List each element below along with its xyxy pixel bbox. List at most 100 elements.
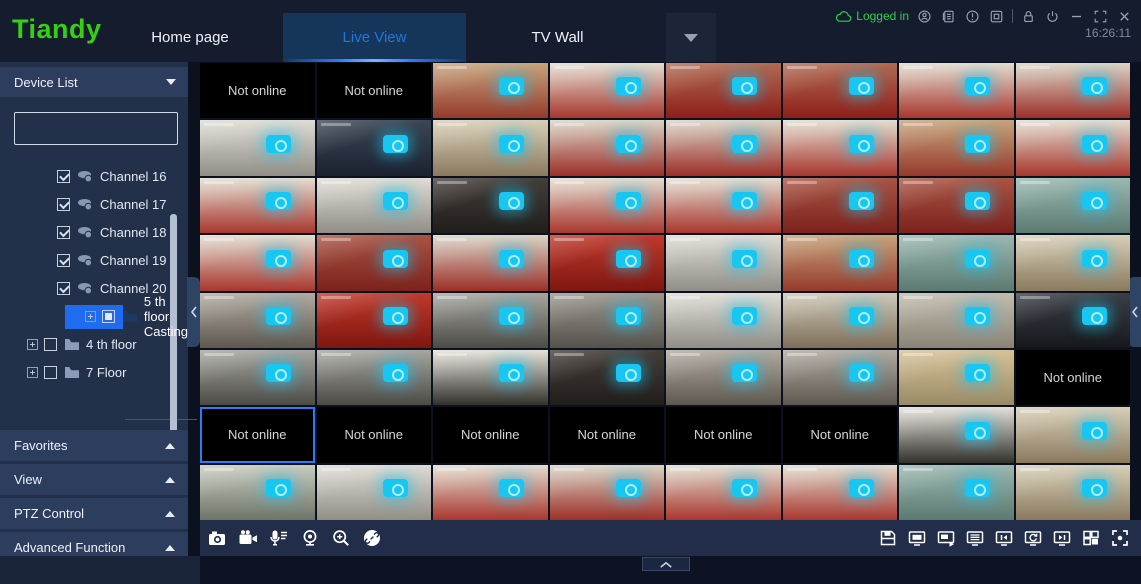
offline-cell[interactable]: Not online [317,63,432,118]
tree-item-channel[interactable]: Channel 18 [0,218,188,246]
video-cell[interactable] [666,350,781,405]
video-cell[interactable] [200,120,315,175]
video-cell[interactable] [783,235,898,290]
folder-checkbox[interactable] [44,338,57,351]
video-cell[interactable] [1016,63,1131,118]
expand-plus-icon[interactable] [85,311,96,322]
video-cell[interactable] [550,178,665,233]
digital-zoom-icon[interactable] [330,527,352,549]
video-cell[interactable] [783,293,898,348]
expand-bottom-panel-button[interactable] [642,557,690,571]
maximize-icon[interactable] [1092,8,1109,25]
panel-ptz-control[interactable]: PTZ Control [0,498,188,529]
video-cell[interactable] [899,120,1014,175]
video-cell[interactable] [783,63,898,118]
channel-checkbox[interactable] [57,254,70,267]
video-cell[interactable] [433,235,548,290]
video-cell[interactable] [317,293,432,348]
panel-favorites[interactable]: Favorites [0,430,188,461]
offline-cell[interactable]: Not online [783,407,898,462]
video-cell[interactable] [433,63,548,118]
video-cell[interactable] [550,350,665,405]
channel-checkbox[interactable] [57,282,70,295]
video-cell[interactable] [433,178,548,233]
channel-checkbox[interactable] [57,226,70,239]
video-cell[interactable] [433,465,548,520]
tree-item-channel[interactable]: Channel 19 [0,246,188,274]
minimize-icon[interactable] [1068,8,1085,25]
broadcast-icon[interactable] [299,527,321,549]
video-cell[interactable] [1016,407,1131,462]
save-view-icon[interactable] [877,527,899,549]
video-cell[interactable] [317,120,432,175]
video-cell[interactable] [899,178,1014,233]
offline-cell[interactable]: Not online [1016,350,1131,405]
record-icon[interactable] [237,527,259,549]
video-cell[interactable] [317,350,432,405]
tab-home-page[interactable]: Home page [97,13,283,62]
video-cell[interactable] [200,350,315,405]
video-cell[interactable] [666,465,781,520]
offline-cell[interactable]: Not online [433,407,548,462]
video-cell[interactable] [1016,465,1131,520]
video-cell[interactable] [899,293,1014,348]
video-cell[interactable] [899,63,1014,118]
video-cell[interactable] [317,178,432,233]
tab-overflow-button[interactable] [666,13,716,62]
video-cell[interactable] [783,120,898,175]
expand-plus-icon[interactable] [27,367,38,378]
power-icon[interactable] [1044,8,1061,25]
fullscreen-icon[interactable] [1109,527,1131,549]
event-log-icon[interactable] [940,8,957,25]
panel-view[interactable]: View [0,464,188,495]
video-cell[interactable] [200,235,315,290]
snapshot-icon[interactable] [206,527,228,549]
video-cell[interactable] [550,293,665,348]
offline-cell[interactable]: Not online [200,63,315,118]
video-cell[interactable] [550,465,665,520]
single-screen-icon[interactable] [906,527,928,549]
video-cell[interactable] [200,178,315,233]
video-cell[interactable] [899,350,1014,405]
device-search-input[interactable] [15,113,207,144]
offline-cell[interactable]: Not online [317,407,432,462]
video-cell[interactable] [1016,235,1131,290]
video-cell[interactable] [666,178,781,233]
prev-screen-icon[interactable] [993,527,1015,549]
tree-item-folder[interactable]: 7 Floor [0,358,188,386]
video-cell[interactable] [550,120,665,175]
tree-item-folder[interactable]: 5 th floor Casting [0,302,188,330]
video-cell[interactable] [200,293,315,348]
tree-item-channel[interactable]: Channel 16 [0,162,188,190]
video-cell[interactable] [433,350,548,405]
channel-checkbox[interactable] [57,198,70,211]
video-cell[interactable] [666,235,781,290]
video-cell[interactable] [1016,293,1131,348]
app-window-icon[interactable] [988,8,1005,25]
video-cell[interactable] [899,407,1014,462]
screen-split-icon[interactable] [1080,527,1102,549]
video-cell[interactable] [783,465,898,520]
offline-cell[interactable]: Not online [200,407,315,462]
video-cell[interactable] [666,120,781,175]
device-list-header[interactable]: Device List [0,67,188,97]
folder-checkbox[interactable] [102,310,115,323]
close-icon[interactable] [1116,8,1133,25]
screen-playback-icon[interactable] [935,527,957,549]
video-cell[interactable] [200,465,315,520]
video-cell[interactable] [550,63,665,118]
tree-item-channel[interactable]: Channel 17 [0,190,188,218]
voice-intercom-icon[interactable] [268,527,290,549]
expand-plus-icon[interactable] [27,339,38,350]
video-cell[interactable] [433,293,548,348]
collapse-left-panel-handle[interactable] [187,277,200,347]
video-cell[interactable] [783,178,898,233]
video-cell[interactable] [433,120,548,175]
video-cell[interactable] [317,235,432,290]
video-cell[interactable] [550,235,665,290]
offline-cell[interactable]: Not online [550,407,665,462]
video-cell[interactable] [666,293,781,348]
video-cell[interactable] [899,465,1014,520]
video-cell[interactable] [1016,178,1131,233]
video-cell[interactable] [666,63,781,118]
